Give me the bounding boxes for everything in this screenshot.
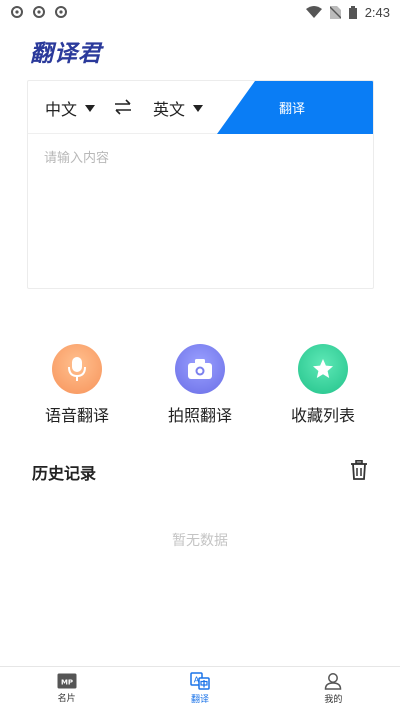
status-time: 2:43 [364, 4, 390, 20]
status-system: 2:43 [305, 4, 390, 20]
favorites-list-label: 收藏列表 [290, 406, 355, 425]
no-sim-icon [329, 5, 341, 19]
translate-button[interactable]: 翻译 [217, 81, 373, 134]
sync-icon [33, 6, 45, 18]
status-notifications [10, 5, 68, 19]
history-empty-text: 暂无数据 [172, 533, 228, 549]
caret-down-icon [85, 104, 96, 112]
source-language-label: 中文 [45, 100, 78, 119]
app-logo: 翻译君 [30, 41, 102, 67]
translate-button-label: 翻译 [279, 102, 306, 117]
bottom-nav: MP 名片 A 翻译 我的 [0, 666, 400, 710]
nav-item-card-label: 名片 [57, 694, 76, 704]
nav-item-translate-label: 翻译 [190, 695, 209, 705]
card-icon: MP [57, 673, 77, 689]
voice-translate-button[interactable]: 语音翻译 [27, 344, 127, 426]
photo-translate-button[interactable]: 拍照翻译 [150, 344, 250, 426]
translate-card: 中文 英文 翻译 [27, 80, 374, 289]
voice-translate-icon-circle [52, 344, 102, 394]
nav-item-translate[interactable]: A 翻译 [133, 667, 266, 710]
sync-icon [11, 6, 23, 18]
star-icon [313, 359, 333, 378]
photo-translate-icon-circle [175, 344, 225, 394]
svg-text:MP: MP [61, 679, 73, 687]
photo-translate-label: 拍照翻译 [167, 406, 232, 425]
voice-translate-label: 语音翻译 [44, 406, 109, 425]
translate-icon: A [190, 672, 210, 690]
status-bar: 2:43 [0, 0, 400, 24]
camera-icon [188, 359, 212, 379]
sync-icon [55, 6, 67, 18]
nav-item-profile[interactable]: 我的 [267, 667, 400, 710]
nav-item-profile-label: 我的 [324, 695, 343, 705]
profile-icon [325, 673, 342, 690]
translate-input[interactable] [44, 147, 359, 277]
caret-down-icon [193, 104, 204, 112]
favorites-list-button[interactable]: 收藏列表 [273, 344, 373, 426]
target-language-select[interactable]: 英文 [153, 96, 204, 120]
battery-icon [348, 5, 357, 19]
nav-item-card[interactable]: MP 名片 [0, 667, 133, 710]
language-bar: 中文 英文 翻译 [28, 81, 373, 134]
target-language-label: 英文 [153, 100, 186, 119]
favorites-icon-circle [298, 344, 348, 394]
microphone-icon [68, 357, 86, 381]
trash-icon[interactable] [350, 460, 368, 480]
wifi-icon [305, 6, 322, 18]
swap-icon[interactable] [114, 99, 132, 115]
history-title: 历史记录 [32, 464, 97, 483]
source-language-select[interactable]: 中文 [45, 96, 96, 120]
